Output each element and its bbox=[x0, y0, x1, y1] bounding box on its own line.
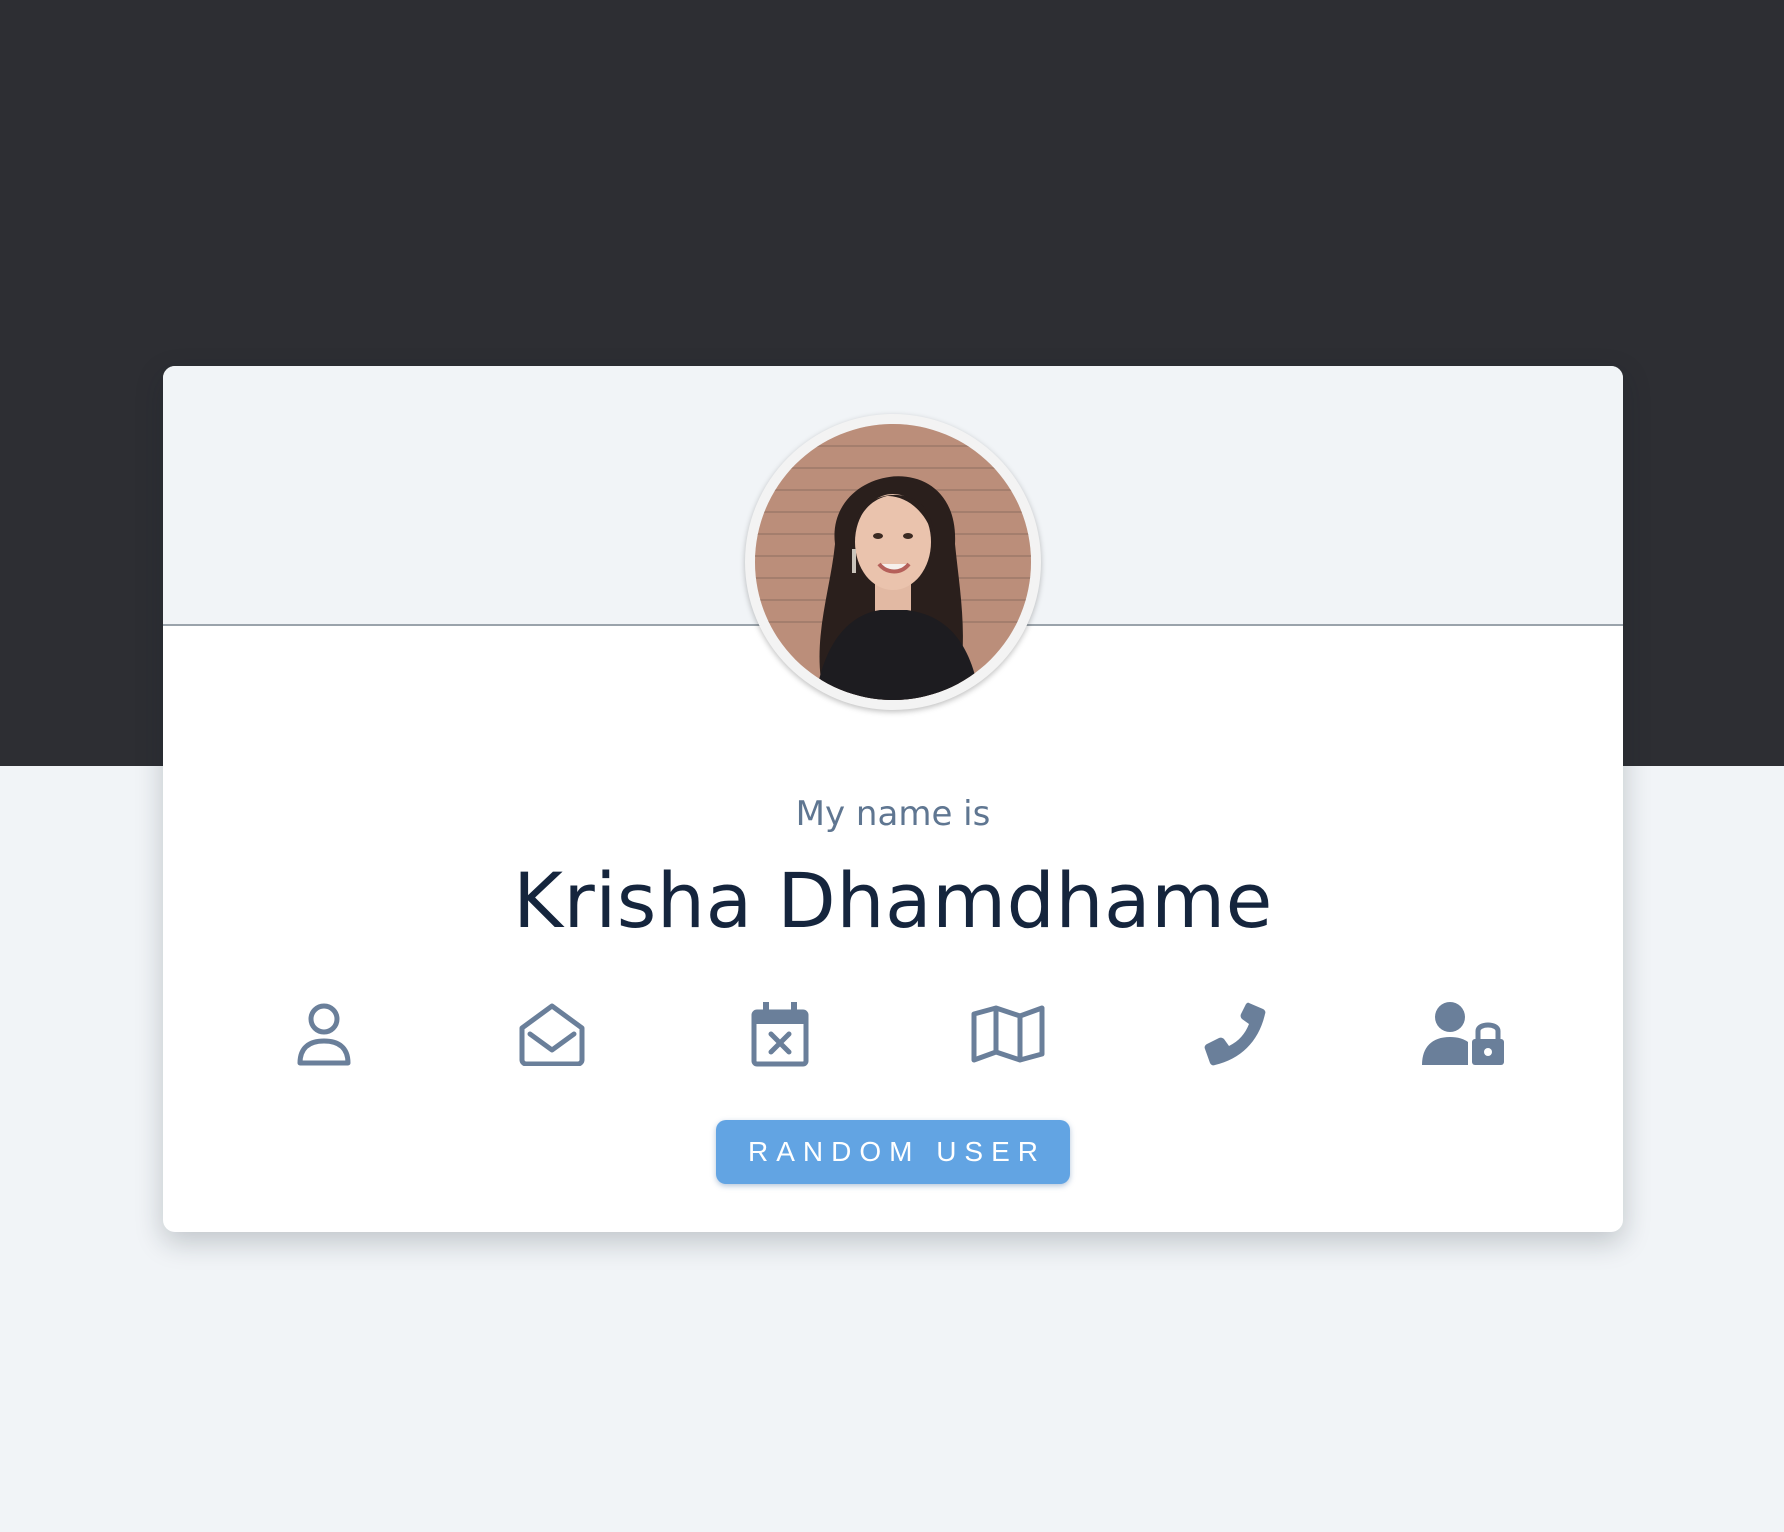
intro-label: My name is bbox=[795, 794, 991, 834]
avatar-photo bbox=[755, 424, 1031, 700]
calendar-x-icon[interactable] bbox=[735, 994, 825, 1074]
info-icon-row bbox=[163, 994, 1623, 1074]
profile-card: My name is Krisha Dhamdhame RANDOM USER bbox=[163, 366, 1623, 1232]
user-icon[interactable] bbox=[279, 994, 369, 1074]
map-icon[interactable] bbox=[963, 994, 1053, 1074]
phone-icon[interactable] bbox=[1191, 994, 1281, 1074]
envelope-open-icon[interactable] bbox=[507, 994, 597, 1074]
avatar-frame bbox=[745, 414, 1041, 710]
random-user-button[interactable]: RANDOM USER bbox=[716, 1120, 1070, 1184]
avatar bbox=[755, 424, 1031, 700]
user-name: Krisha Dhamdhame bbox=[513, 856, 1273, 945]
user-lock-icon[interactable] bbox=[1419, 994, 1509, 1074]
